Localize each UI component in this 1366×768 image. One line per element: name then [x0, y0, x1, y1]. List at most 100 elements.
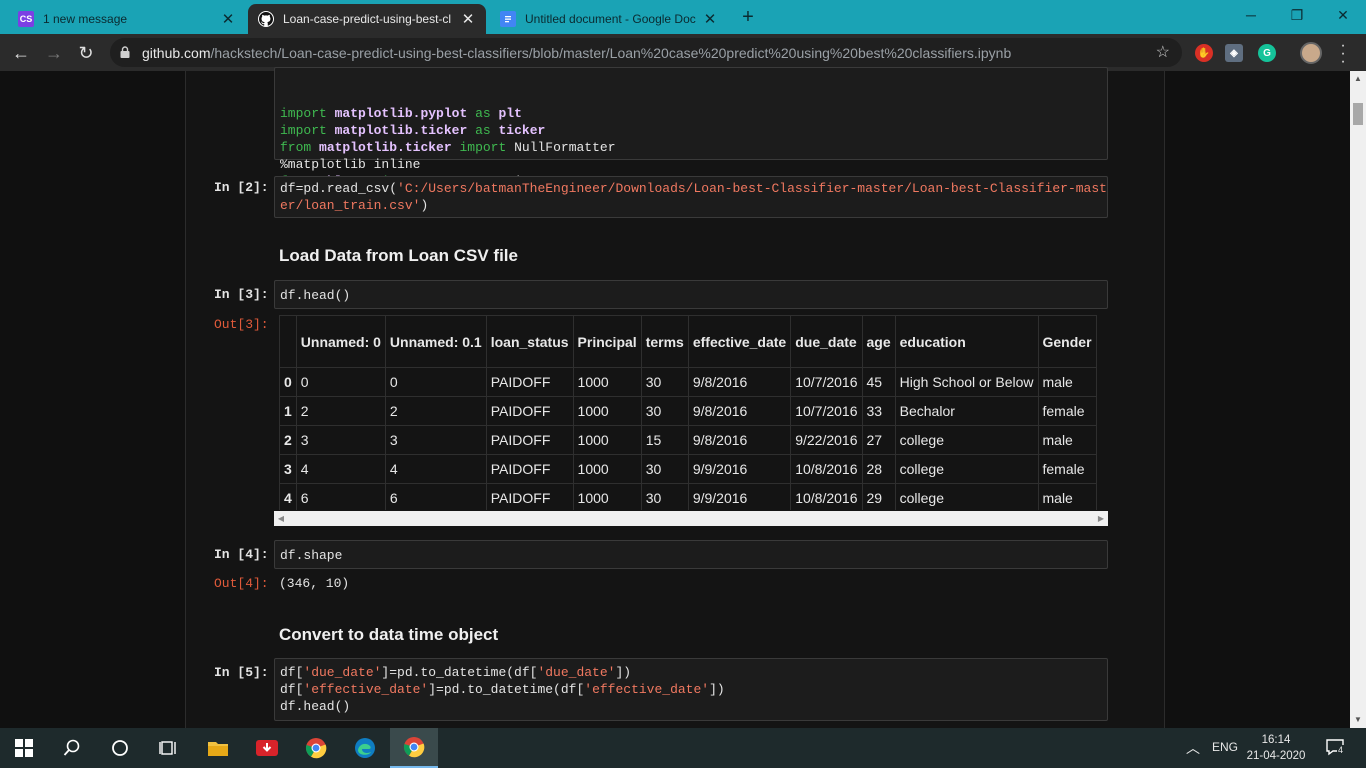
code-cell-imports[interactable]: import matplotlib.pyplot as plt import ma… [274, 67, 1108, 189]
scroll-right-icon[interactable]: ▶ [1094, 511, 1108, 526]
tab-title: 1 new message [43, 12, 128, 26]
table-cell: 10/7/2016 [790, 367, 863, 397]
windows-taskbar: ︿ ENG 16:14 21-04-2020 4 [0, 728, 1366, 768]
browser-toolbar: ← → ↻ github.com/hackstech/Loan-case-pre… [0, 34, 1366, 71]
system-clock[interactable]: 16:14 21-04-2020 [1236, 732, 1316, 764]
scroll-left-icon[interactable]: ◀ [274, 511, 288, 526]
vertical-scrollbar[interactable]: ▲ ▼ [1350, 71, 1366, 728]
new-tab-button[interactable]: + [737, 6, 759, 28]
cell-prompt: In [3]: [214, 287, 269, 302]
code-cell-to-datetime[interactable]: df['due_date']=pd.to_datetime(df['due_da… [274, 658, 1108, 721]
start-icon[interactable] [0, 728, 48, 768]
table-cell: college [894, 425, 1039, 455]
close-icon[interactable]: ✕ [220, 10, 236, 28]
row-index: 2 [279, 425, 297, 455]
restore-button[interactable]: ❐ [1274, 0, 1320, 30]
table-cell: male [1037, 425, 1097, 455]
language-indicator[interactable]: ENG [1212, 740, 1238, 754]
table-cell: PAIDOFF [485, 425, 574, 455]
close-window-button[interactable]: ✕ [1320, 0, 1366, 30]
row-index: 1 [279, 396, 297, 426]
horizontal-scrollbar[interactable]: ◀ ▶ [274, 511, 1108, 526]
tab-title: Untitled document - Google Doc [525, 12, 696, 26]
notification-badge: 4 [1337, 745, 1345, 755]
table-cell: Bechalor [894, 396, 1039, 426]
table-row: 4 6 6 PAIDOFF 1000 30 9/9/2016 10/8/2016 29 colle… [279, 483, 1097, 510]
scroll-up-icon[interactable]: ▲ [1350, 71, 1366, 87]
row-index: 3 [279, 454, 297, 484]
table-cell: college [894, 454, 1039, 484]
tab-new-message[interactable]: CS 1 new message ✕ [8, 4, 246, 34]
column-header [279, 315, 297, 368]
table-cell: female [1037, 454, 1097, 484]
scroll-down-icon[interactable]: ▼ [1350, 712, 1366, 728]
tab-github-notebook[interactable]: Loan-case-predict-using-best-cl ✕ [248, 4, 486, 34]
table-cell: 4 [384, 454, 487, 484]
more-options-icon[interactable]: · · · [1336, 38, 1350, 70]
file-explorer-icon[interactable] [194, 728, 242, 768]
table-cell: PAIDOFF [485, 454, 574, 484]
address-bar[interactable]: github.com/hackstech/Loan-case-predict-u… [110, 38, 1182, 67]
cell-prompt: In [4]: [214, 547, 269, 562]
table-cell: 1000 [572, 425, 642, 455]
table-cell: PAIDOFF [485, 483, 574, 510]
row-index: 0 [279, 367, 297, 397]
table-cell: 10/8/2016 [790, 454, 863, 484]
search-icon[interactable] [48, 728, 96, 768]
table-cell: 33 [861, 396, 896, 426]
code-line: from matplotlib.ticker import NullFormat… [280, 140, 616, 155]
column-header: education [894, 315, 1039, 368]
table-cell: male [1037, 483, 1097, 510]
cortana-icon[interactable] [96, 728, 144, 768]
table-cell: 1000 [572, 454, 642, 484]
back-arrow-icon[interactable]: ← [8, 40, 34, 66]
tab-google-docs[interactable]: Untitled document - Google Doc ✕ [490, 4, 728, 34]
shape-output: (346, 10) [279, 576, 350, 591]
table-cell: 27 [861, 425, 896, 455]
notification-center-icon[interactable]: 4 [1325, 737, 1345, 760]
table-cell: 9/8/2016 [687, 367, 792, 397]
code-cell-head[interactable]: df.head() [274, 280, 1108, 309]
forward-arrow-icon[interactable]: → [41, 40, 67, 66]
table-cell: 28 [861, 454, 896, 484]
browser-tab-strip: CS 1 new message ✕ Loan-case-predict-usi… [0, 0, 1366, 34]
chrome-icon[interactable] [292, 728, 340, 768]
adblock-extension-icon[interactable]: ✋ [1195, 44, 1213, 62]
edge-icon[interactable] [341, 728, 389, 768]
section-heading: Convert to data time object [279, 625, 499, 644]
table-row: 2 3 3 PAIDOFF 1000 15 9/8/2016 9/22/2016 27 colle… [279, 425, 1097, 455]
table-row: 0 0 0 PAIDOFF 1000 30 9/8/2016 10/7/2016 45 High … [279, 367, 1097, 397]
dataframe-output: Unnamed: 0 Unnamed: 0.1 loan_status Princip… [279, 315, 1102, 510]
code-cell-shape[interactable]: df.shape [274, 540, 1108, 569]
scroll-thumb[interactable] [1353, 103, 1363, 125]
cell-prompt: In [5]: [214, 665, 269, 680]
output-prompt: Out[4]: [214, 576, 269, 591]
task-view-icon[interactable] [144, 728, 192, 768]
table-cell: 4 [295, 454, 386, 484]
chrome-active-icon[interactable] [390, 728, 438, 768]
download-app-icon[interactable] [243, 728, 291, 768]
grammarly-extension-icon[interactable]: G [1258, 44, 1276, 62]
code-cell-read-csv[interactable]: df=pd.read_csv('C:/Users/batmanTheEngine… [274, 176, 1108, 218]
minimize-button[interactable]: ─ [1228, 0, 1274, 30]
table-cell: 45 [861, 367, 896, 397]
table-cell: 3 [384, 425, 487, 455]
clock-time: 16:14 [1261, 734, 1291, 746]
dataframe-table: Unnamed: 0 Unnamed: 0.1 loan_status Princip… [279, 315, 1097, 510]
column-header: Gender [1037, 315, 1097, 368]
column-header: loan_status [485, 315, 574, 368]
table-cell: 0 [384, 367, 487, 397]
row-index: 4 [279, 483, 297, 510]
lock-icon [120, 46, 130, 58]
bookmark-star-icon[interactable]: ☆ [1156, 42, 1170, 62]
profile-avatar[interactable] [1300, 42, 1322, 64]
close-icon[interactable]: ✕ [460, 10, 476, 28]
table-cell: 2 [295, 396, 386, 426]
table-cell: male [1037, 367, 1097, 397]
shield-extension-icon[interactable]: ◈ [1225, 44, 1243, 62]
reload-icon[interactable]: ↻ [73, 40, 99, 66]
cell-prompt: In [2]: [214, 180, 269, 195]
close-icon[interactable]: ✕ [702, 10, 718, 28]
chevron-up-icon[interactable]: ︿ [1186, 738, 1200, 758]
table-cell: 0 [295, 367, 386, 397]
